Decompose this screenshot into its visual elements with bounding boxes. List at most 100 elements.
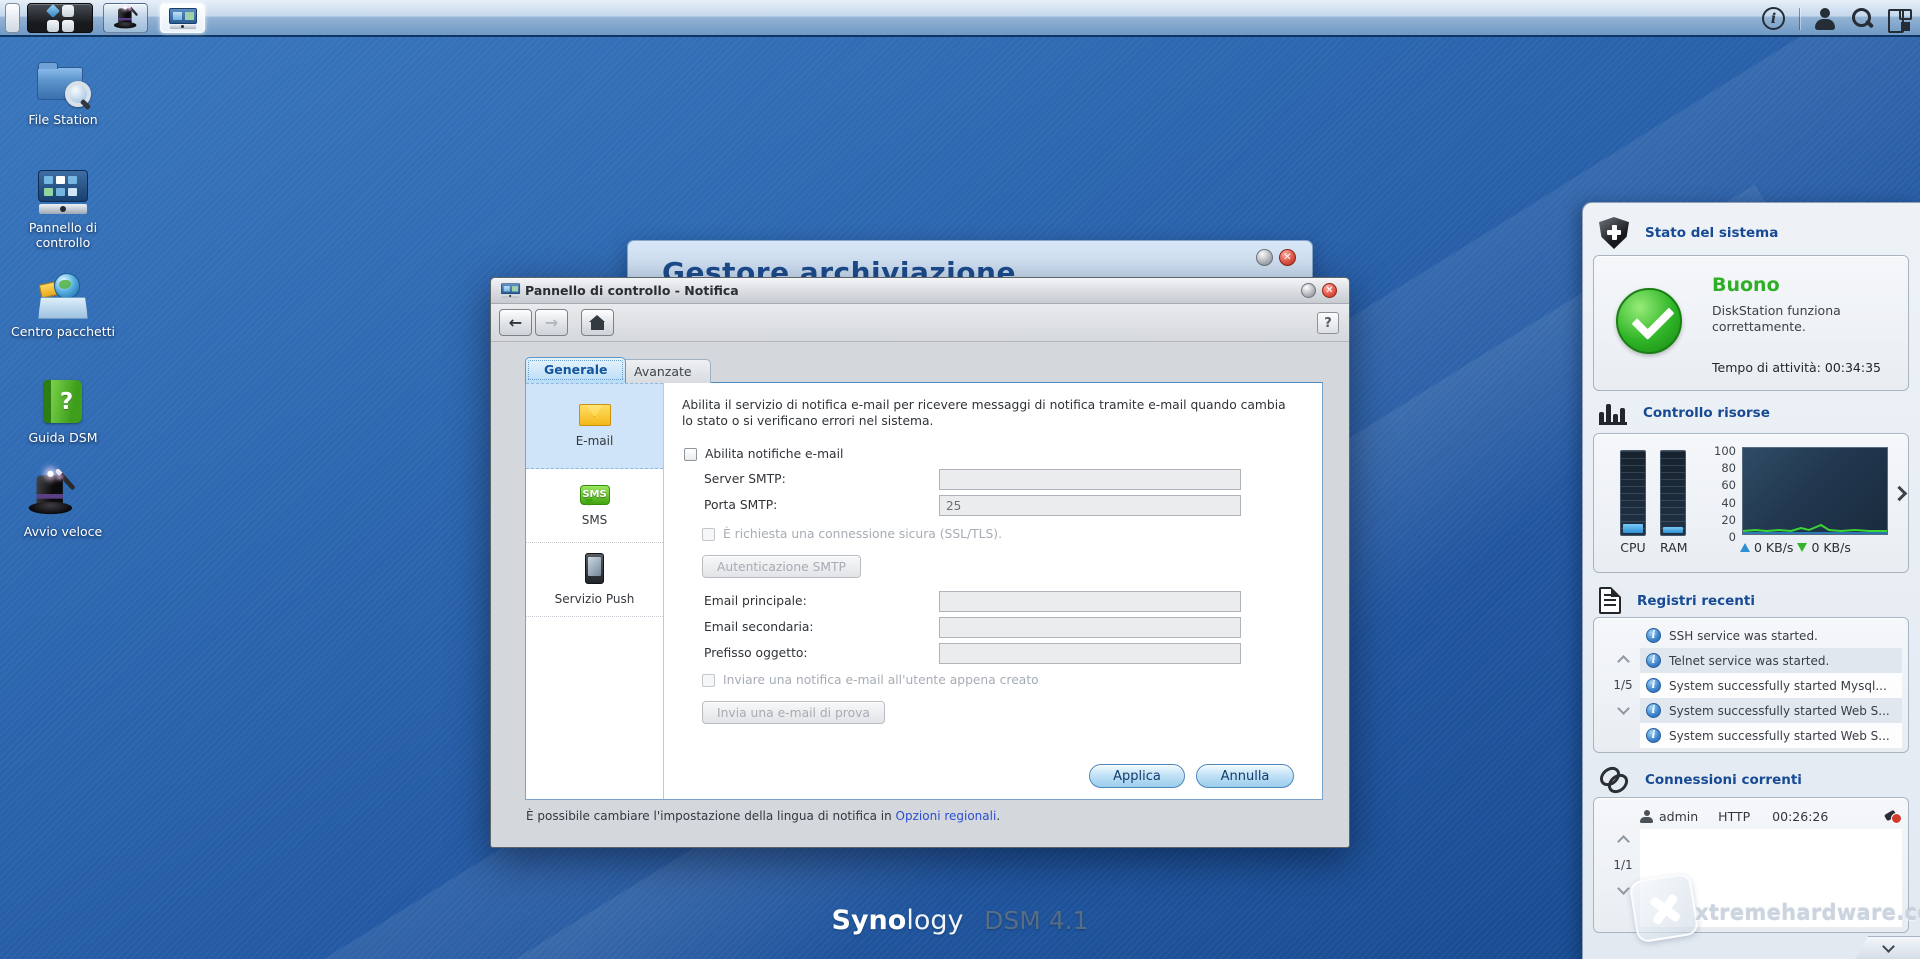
page-down-icon[interactable] [1616, 702, 1630, 715]
desktop-icon-label: Avvio veloce [23, 524, 103, 539]
control-panel-icon [35, 169, 91, 215]
page-indicator: 1/5 [1613, 678, 1633, 692]
email-notification-form: Abilita il servizio di notifica e-mail p… [664, 383, 1322, 799]
sidebar-item-push-service[interactable]: Servizio Push [526, 543, 663, 617]
regional-options-link[interactable]: Opzioni regionali [896, 809, 997, 823]
chain-link-icon [1599, 765, 1629, 795]
minimize-button[interactable] [1256, 249, 1273, 266]
footer-suffix: . [996, 809, 1001, 823]
widget-title: Connessioni correnti [1645, 772, 1802, 788]
info-icon: i [1646, 628, 1661, 643]
log-text: System successfully started Web S... [1669, 728, 1890, 743]
widgets-panel-icon[interactable] [1888, 8, 1912, 33]
footer-text: È possibile cambiare l'impostazione dell… [526, 809, 892, 823]
dialog-titlebar[interactable]: Pannello di controllo - Notifica ✕ [491, 278, 1349, 304]
info-icon: i [1646, 678, 1661, 693]
enable-email-label: Abilita notifiche e-mail [705, 447, 844, 461]
sidebar-item-sms[interactable]: SMS SMS [526, 469, 663, 543]
form-description: Abilita il servizio di notifica e-mail p… [682, 398, 1286, 428]
close-button[interactable]: ✕ [1279, 249, 1296, 266]
secondary-email-input[interactable] [939, 617, 1241, 638]
desktop-icon-control-panel[interactable]: Pannello di controllo [10, 169, 116, 250]
file-station-icon [35, 61, 91, 107]
notification-dialog: Pannello di controllo - Notifica ✕ ← → ?… [490, 277, 1350, 848]
smtp-auth-button[interactable]: Autenticazione SMTP [702, 555, 861, 578]
info-icon: i [1646, 653, 1661, 668]
user-icon [1640, 809, 1653, 823]
home-button[interactable] [581, 309, 614, 336]
desktop-wallpaper: i File Station Pannello di controllo Cen… [0, 0, 1920, 959]
status-message: DiskStation funziona correttamente. [1712, 303, 1841, 334]
smtp-server-input[interactable] [939, 469, 1241, 490]
email-icon [578, 404, 611, 426]
close-button[interactable]: ✕ [1322, 283, 1337, 298]
dialog-toolbar: ← → ? [491, 304, 1349, 342]
info-icon: i [1646, 728, 1661, 743]
taskbar-task-quick-launch[interactable] [103, 3, 148, 33]
watermark-logo [1628, 872, 1700, 944]
recent-logs-card: 1/5 i SSH service was started. i Telnet se… [1593, 617, 1909, 753]
connection-row[interactable]: admin HTTP 00:26:26 [1640, 804, 1902, 828]
dialog-footer: È possibile cambiare l'impostazione dell… [526, 809, 1000, 823]
chart-y-ticks: 100 80 60 40 20 0 [1714, 444, 1736, 545]
kill-connection-icon[interactable] [1884, 809, 1902, 824]
log-row[interactable]: i System successfully started Web S... [1640, 723, 1902, 748]
log-row[interactable]: i System successfully started Web S... [1640, 698, 1902, 723]
subject-prefix-input[interactable] [939, 643, 1241, 664]
cpu-gauge [1620, 450, 1646, 536]
desktop-icon-label: Guida DSM [28, 430, 98, 445]
apply-button[interactable]: Applica [1089, 764, 1185, 788]
expand-chevron-icon[interactable] [1891, 485, 1908, 502]
desktop-icon-label: Pannello di controllo [28, 220, 98, 250]
tab-generale[interactable]: Generale [525, 357, 627, 383]
dialog-icon [501, 283, 521, 298]
dialog-title: Pannello di controllo - Notifica [525, 283, 739, 298]
log-row[interactable]: i Telnet service was started. [1640, 648, 1902, 673]
desktop-icon-quick-launch[interactable]: Avvio veloce [10, 467, 116, 539]
enable-email-checkbox-row: Abilita notifiche e-mail [684, 447, 843, 461]
logo-dsm-version: DSM 4.1 [984, 906, 1089, 935]
enable-email-checkbox[interactable] [684, 447, 697, 461]
resource-monitor-card[interactable]: CPU RAM 100 80 60 40 20 0 0 KB/s 0 KB/s [1593, 433, 1909, 573]
page-up-icon[interactable] [1616, 835, 1630, 848]
dsm-help-icon: ? [35, 379, 91, 425]
desktop-icon-file-station[interactable]: File Station [10, 61, 116, 127]
smtp-port-label: Porta SMTP: [704, 498, 778, 512]
magician-hat-icon [28, 467, 91, 519]
forward-button[interactable]: → [535, 309, 568, 336]
new-user-notify-checkbox[interactable] [702, 673, 715, 687]
taskbar-task-control-panel[interactable] [160, 3, 205, 33]
cancel-button[interactable]: Annulla [1196, 764, 1294, 788]
search-icon[interactable] [1850, 7, 1874, 31]
log-row[interactable]: i System successfully started Mysql... [1640, 673, 1902, 698]
log-row[interactable]: i SSH service was started. [1640, 623, 1902, 648]
send-test-email-button[interactable]: Invia una e-mail di prova [702, 701, 885, 724]
logs-pager: 1/5 [1606, 618, 1640, 752]
minimize-button[interactable] [1301, 283, 1316, 298]
taskbar-right-icons: i [1762, 5, 1912, 33]
widget-title: Registri recenti [1637, 592, 1755, 609]
page-up-icon[interactable] [1616, 655, 1630, 668]
widget-panel: Stato del sistema Buono DiskStation funz… [1582, 202, 1920, 959]
show-desktop-button[interactable] [5, 3, 20, 33]
network-legend: 0 KB/s 0 KB/s [1740, 540, 1851, 555]
taskbar-divider [1799, 7, 1800, 30]
main-menu-button[interactable] [27, 3, 93, 33]
window-buttons: ✕ [1256, 249, 1296, 266]
logo-syno: Syno [831, 905, 907, 936]
user-icon[interactable] [1814, 7, 1836, 30]
log-text: SSH service was started. [1669, 628, 1818, 643]
help-button[interactable]: ? [1317, 312, 1339, 334]
chevron-down-icon [1881, 940, 1895, 953]
back-button[interactable]: ← [499, 309, 532, 336]
desktop-icon-dsm-help[interactable]: ? Guida DSM [10, 379, 116, 445]
info-icon[interactable]: i [1762, 7, 1785, 30]
sidebar-item-email[interactable]: E-mail [526, 383, 663, 469]
tab-avanzate[interactable]: Avanzate [615, 359, 711, 383]
smtp-port-input[interactable] [939, 495, 1241, 516]
status-value: Buono [1712, 274, 1780, 296]
ssl-checkbox[interactable] [702, 527, 715, 541]
desktop-icon-package-center[interactable]: Centro pacchetti [10, 273, 116, 339]
primary-email-input[interactable] [939, 591, 1241, 612]
taskbar: i [0, 0, 1920, 37]
